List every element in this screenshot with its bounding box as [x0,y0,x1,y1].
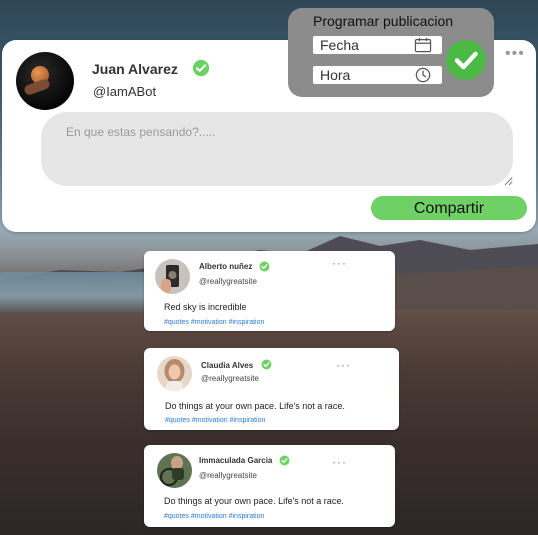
more-options-icon[interactable]: ··· [336,358,351,372]
post-text: Do things at your own pace. Life's not a… [164,496,344,506]
hand-image [23,77,51,97]
verified-icon [279,455,290,466]
avatar[interactable] [155,259,190,294]
user-name[interactable]: Juan Alvarez [92,61,178,77]
confirm-schedule-button[interactable] [446,40,486,80]
calendar-icon[interactable] [414,37,432,53]
post-hashtags[interactable]: #quotes #motivation #inspiration [164,513,264,520]
post-hashtags[interactable]: #quotes #motivation #inspiration [164,319,264,326]
time-label: Hora [320,67,351,83]
compose-placeholder: En que estas pensando?..... [66,125,216,139]
check-icon [454,51,478,70]
share-button[interactable]: Compartir [371,196,527,220]
verified-icon [192,59,210,77]
post-card[interactable]: Alberto nuñez @reallygreatsite ··· Red s… [144,251,395,331]
time-field[interactable]: Hora [313,66,442,84]
clock-icon[interactable] [414,67,432,83]
post-hashtags[interactable]: #quotes #motivation #inspiration [165,417,265,424]
schedule-title: Programar publicacion [313,13,454,29]
post-text: Red sky is incredible [164,302,247,312]
date-label: Fecha [320,37,359,53]
post-handle: @reallygreatsite [199,277,257,286]
post-author[interactable]: Immaculada Garcia [199,456,272,465]
more-options-icon[interactable]: ••• [505,45,525,63]
schedule-panel: Programar publicacion Fecha Hora [288,8,494,97]
post-author[interactable]: Claudia Alves [201,361,253,370]
more-options-icon[interactable]: ··· [332,455,347,469]
avatar[interactable] [16,52,74,110]
more-options-icon[interactable]: ··· [332,256,347,270]
post-text: Do things at your own pace. Life's not a… [165,401,345,411]
compose-input[interactable] [41,112,513,186]
post-handle: @reallygreatsite [199,471,257,480]
post-author[interactable]: Alberto nuñez [199,262,252,271]
verified-icon [261,359,272,370]
avatar[interactable] [157,356,192,391]
avatar[interactable] [157,453,192,488]
post-card[interactable]: Immaculada Garcia @reallygreatsite ··· D… [144,445,395,527]
verified-icon [259,261,270,272]
post-handle: @reallygreatsite [201,374,259,383]
app-canvas: Juan Alvarez @IamABot ••• En que estas p… [0,0,538,535]
user-handle: @IamABot [93,84,157,99]
post-card[interactable]: Claudia Alves @reallygreatsite ··· Do th… [144,348,399,430]
date-field[interactable]: Fecha [313,36,442,54]
